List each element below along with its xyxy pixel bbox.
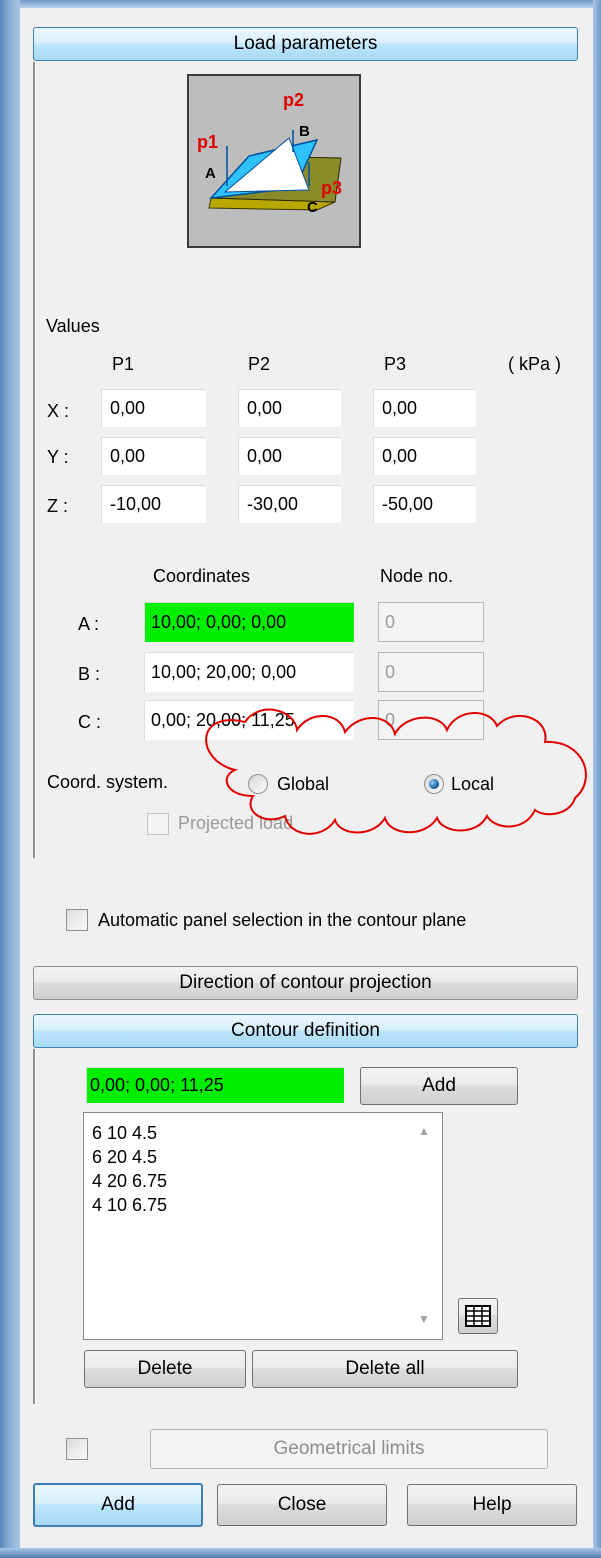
coord-b-field[interactable]: 10,00; 20,00; 0,00 [144, 652, 354, 692]
row-z-label: Z : [47, 496, 68, 516]
list-item[interactable]: 6 20 4.5 [92, 1145, 442, 1169]
load-parameters-header[interactable]: Load parameters [33, 27, 578, 61]
z-p1-field[interactable]: -10,00 [101, 485, 206, 523]
coord-a-field[interactable]: 10,00; 0,00; 0,00 [144, 602, 354, 642]
add-button[interactable]: Add [33, 1483, 203, 1527]
list-item[interactable]: 6 10 4.5 [92, 1121, 442, 1145]
node-a-field[interactable]: 0 [378, 602, 484, 642]
help-button[interactable]: Help [407, 1484, 577, 1526]
contour-add-button[interactable]: Add [360, 1067, 518, 1105]
geometrical-limits-checkbox[interactable] [66, 1438, 88, 1460]
group-left-line [33, 62, 36, 858]
p3-label: p3 [321, 178, 342, 198]
coordinates-header: Coordinates [153, 566, 251, 586]
x-p3-field[interactable]: 0,00 [373, 389, 476, 427]
contour-points-list[interactable]: 6 10 4.5 6 20 4.5 4 20 6.75 4 10 6.75 [83, 1112, 443, 1340]
load-diagram-icon: p1 p2 p3 A B C [197, 90, 342, 216]
coord-system-label: Coord. system. [47, 772, 169, 792]
auto-panel-label: Automatic panel selection in the contour… [98, 910, 467, 930]
delete-button[interactable]: Delete [84, 1350, 246, 1388]
load-illustration: p1 p2 p3 A B C [187, 74, 361, 248]
row-x-label: X : [47, 401, 70, 421]
z-p3-field[interactable]: -50,00 [373, 485, 476, 523]
scroll-down-icon[interactable]: ▼ [418, 1312, 430, 1326]
node-no-header: Node no. [380, 566, 454, 586]
values-title: Values [46, 316, 100, 336]
delete-all-button[interactable]: Delete all [252, 1350, 518, 1388]
annotation-cloud [205, 708, 587, 835]
contour-group-left-line [33, 1049, 36, 1404]
col-p2: P2 [248, 354, 271, 374]
unit-label: ( kPa ) [508, 354, 562, 374]
list-item[interactable]: 4 10 6.75 [92, 1193, 442, 1217]
node-b-field[interactable]: 0 [378, 652, 484, 692]
x-p1-field[interactable]: 0,00 [101, 389, 206, 427]
y-p2-field[interactable]: 0,00 [238, 437, 341, 475]
table-view-button[interactable] [458, 1298, 498, 1334]
x-p2-field[interactable]: 0,00 [238, 389, 341, 427]
row-y-label: Y : [47, 447, 69, 467]
window-bottom-border [0, 1548, 601, 1558]
coord-a-label: A : [78, 614, 100, 634]
b-label: B [299, 123, 310, 140]
y-p1-field[interactable]: 0,00 [101, 437, 206, 475]
auto-panel-checkbox[interactable] [66, 909, 88, 931]
y-p3-field[interactable]: 0,00 [373, 437, 476, 475]
window-left-border [0, 0, 20, 1558]
direction-projection-button[interactable]: Direction of contour projection [33, 966, 578, 1000]
table-grid-icon [465, 1305, 491, 1327]
z-p2-field[interactable]: -30,00 [238, 485, 341, 523]
projected-load-checkbox[interactable] [147, 813, 169, 835]
a-label: A [205, 165, 216, 182]
c-label: C [307, 199, 318, 216]
contour-definition-header[interactable]: Contour definition [33, 1014, 578, 1048]
p1-label: p1 [197, 132, 218, 152]
scroll-up-icon[interactable]: ▲ [418, 1124, 430, 1138]
coord-b-label: B : [78, 664, 101, 684]
coord-c-label: C : [78, 712, 102, 732]
geometrical-limits-button[interactable]: Geometrical limits [150, 1429, 548, 1469]
p2-label: p2 [283, 90, 304, 110]
col-p3: P3 [384, 354, 407, 374]
list-item[interactable]: 4 20 6.75 [92, 1169, 442, 1193]
col-p1: P1 [112, 354, 135, 374]
contour-point-field[interactable]: 0,00; 0,00; 11,25 [86, 1067, 344, 1103]
window-top-border [0, 0, 601, 8]
close-button[interactable]: Close [217, 1484, 387, 1526]
